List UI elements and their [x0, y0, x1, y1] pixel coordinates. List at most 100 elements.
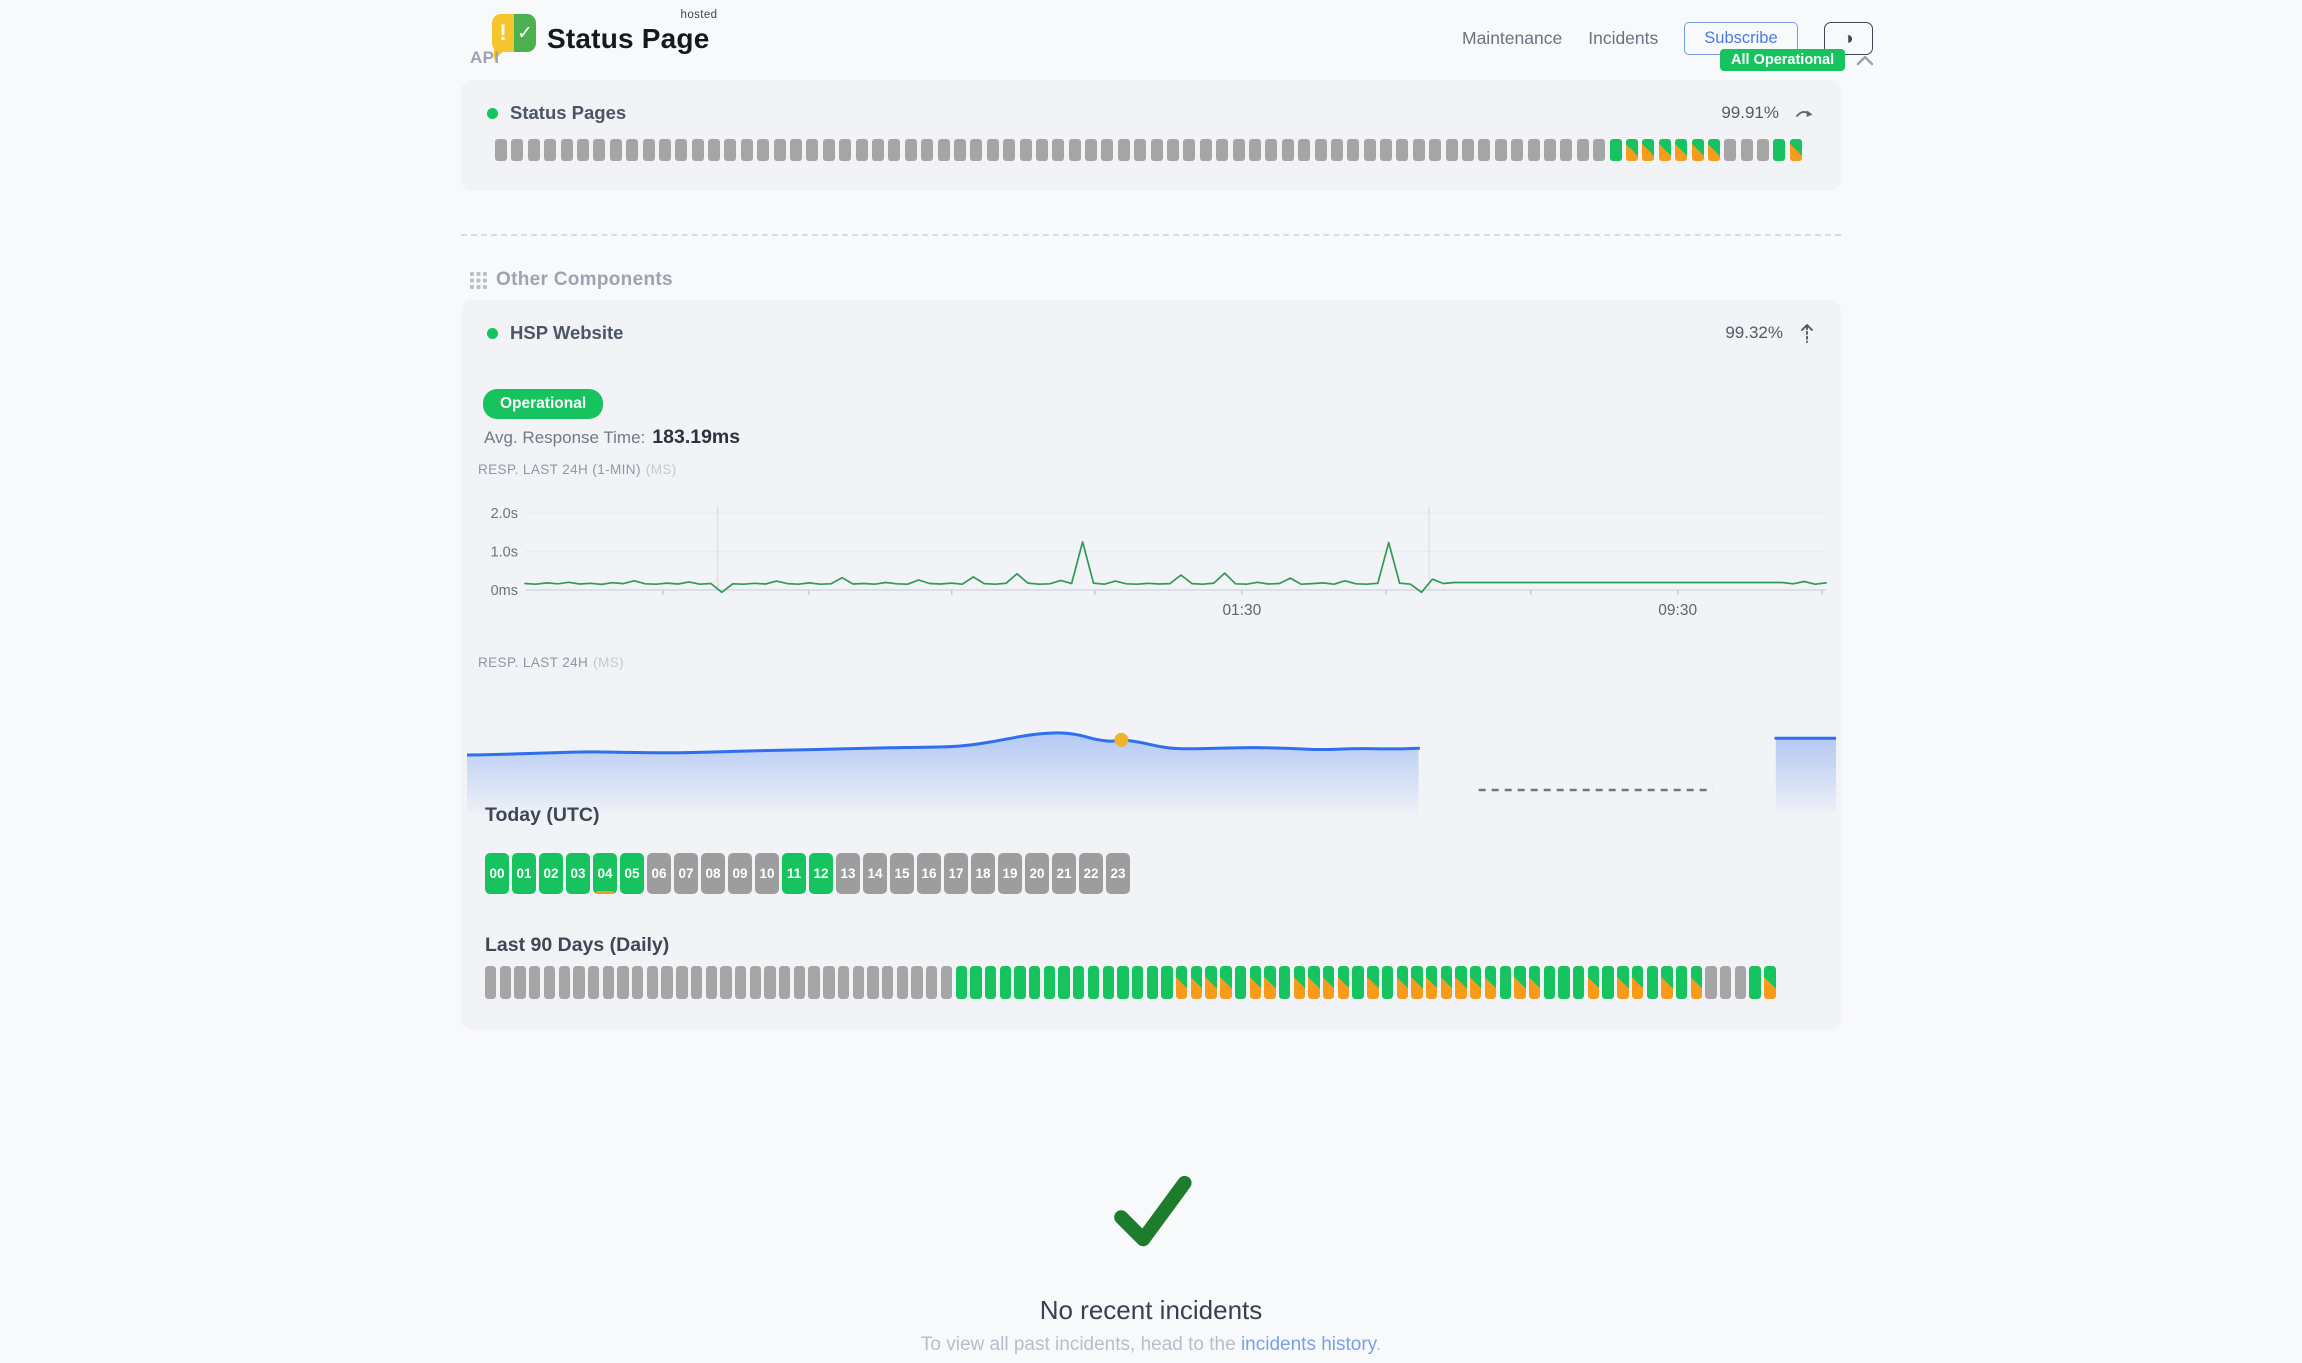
- big-check-icon: [1108, 1168, 1196, 1256]
- status-page: ! ✓ Status Page hosted Maintenance Incid…: [0, 0, 2302, 1363]
- hour-block-12: 12: [809, 853, 833, 894]
- incidents-history-link[interactable]: incidents history: [1241, 1334, 1376, 1355]
- hour-block-22: 22: [1079, 853, 1103, 894]
- uptime-bar-empty: [1560, 139, 1572, 161]
- uptime-bar-empty: [735, 966, 746, 999]
- uptime-bar-empty: [1528, 139, 1540, 161]
- hour-block-21: 21: [1052, 853, 1076, 894]
- uptime-bar-deg: [1176, 966, 1187, 999]
- uptime-bar-up: [1773, 139, 1785, 161]
- uptime-bar-deg: [1308, 966, 1319, 999]
- response-time-line-chart: 2.0s1.0s0ms01:3009:30: [478, 500, 1832, 624]
- uptime-bar-empty: [872, 139, 884, 161]
- uptime-bar-up: [1235, 966, 1246, 999]
- collapse-button[interactable]: [1799, 323, 1815, 343]
- chevron-up-icon[interactable]: [1856, 54, 1874, 66]
- other-components-label: Other Components: [470, 269, 673, 291]
- uptime-bar-empty: [632, 966, 643, 999]
- uptime-bar-empty: [1036, 139, 1048, 161]
- uptime-bar-empty: [1052, 139, 1064, 161]
- uptime-bar-empty: [1364, 139, 1376, 161]
- uptime-bar-up: [1073, 966, 1084, 999]
- refresh-button[interactable]: [1795, 106, 1815, 121]
- hour-block-15: 15: [890, 853, 914, 894]
- refresh-icon: [1795, 106, 1815, 121]
- uptime-bar-empty: [610, 139, 622, 161]
- uptime-bar-empty: [911, 966, 922, 999]
- logo[interactable]: ! ✓ Status Page hosted: [492, 14, 709, 55]
- hour-block-08: 08: [701, 853, 725, 894]
- y-axis-tick-label: 0ms: [491, 583, 518, 599]
- uptime-bar-deg: [1455, 966, 1466, 999]
- hour-block-13: 13: [836, 853, 860, 894]
- uptime-bar-up: [970, 966, 981, 999]
- uptime-bar-empty: [1069, 139, 1081, 161]
- uptime-bar-empty: [897, 966, 908, 999]
- uptime-bar-empty: [853, 966, 864, 999]
- hour-block-06: 06: [647, 853, 671, 894]
- uptime-bar-empty: [708, 139, 720, 161]
- hour-block-16: 16: [917, 853, 941, 894]
- nav-maintenance-link[interactable]: Maintenance: [1462, 28, 1562, 49]
- uptime-bar-empty: [823, 966, 834, 999]
- y-axis-tick-label: 2.0s: [491, 506, 518, 522]
- uptime-bar-up: [1573, 966, 1584, 999]
- today-hour-blocks: 0001020304050607080910111213141516171819…: [485, 853, 1130, 894]
- uptime-bar-up: [1058, 966, 1069, 999]
- uptime-bar-empty: [1118, 139, 1130, 161]
- uptime-bar-up: [1279, 966, 1290, 999]
- chart2-title: RESP. LAST 24H(MS): [478, 655, 624, 670]
- chart2-unit: (MS): [593, 655, 624, 670]
- uptime-bar-empty: [1298, 139, 1310, 161]
- uptime-bar-empty: [528, 139, 540, 161]
- hour-incident-marker: [596, 891, 614, 895]
- uptime-bar-deg: [1338, 966, 1349, 999]
- all-operational-badge[interactable]: All Operational: [1720, 49, 1845, 71]
- grid-icon: [470, 272, 487, 289]
- uptime-bar-deg: [1191, 966, 1202, 999]
- uptime-bar-up: [1103, 966, 1114, 999]
- uptime-bar-deg: [1708, 139, 1720, 161]
- uptime-bar-deg: [1264, 966, 1275, 999]
- avg-response-row: Avg. Response Time:183.19ms: [484, 426, 740, 449]
- operational-badge: Operational: [483, 389, 603, 419]
- uptime-bar-empty: [1446, 139, 1458, 161]
- api-component-card: Status Pages 99.91%: [461, 80, 1841, 191]
- uptime-bar-empty: [577, 139, 589, 161]
- component-name: Status Pages: [510, 102, 626, 124]
- uptime-bar-empty: [643, 139, 655, 161]
- hour-block-04: 04: [593, 853, 617, 894]
- hour-block-11: 11: [782, 853, 806, 894]
- uptime-bar-empty: [588, 966, 599, 999]
- uptime-bar-empty: [573, 966, 584, 999]
- uptime-bar-up: [1500, 966, 1511, 999]
- uptime-bar-empty: [1085, 139, 1097, 161]
- chart1-title: RESP. LAST 24H (1-MIN)(MS): [478, 462, 677, 477]
- uptime-bar-deg: [1588, 966, 1599, 999]
- uptime-bar-empty: [1003, 139, 1015, 161]
- uptime-bar-deg: [1661, 966, 1672, 999]
- highlight-point-marker: [1114, 733, 1128, 747]
- uptime-bar-deg: [1411, 966, 1422, 999]
- uptime-bar-up: [985, 966, 996, 999]
- logo-title: Status Page hosted: [547, 14, 709, 55]
- uptime-bar-empty: [954, 139, 966, 161]
- uptime-bar-empty: [544, 139, 556, 161]
- uptime-bar-deg: [1691, 966, 1702, 999]
- y-axis-tick-label: 1.0s: [491, 545, 518, 561]
- uptime-bar-up: [1014, 966, 1025, 999]
- uptime-bar-empty: [706, 966, 717, 999]
- uptime-bar-deg: [1426, 966, 1437, 999]
- uptime-bar-empty: [495, 139, 507, 161]
- uptime-bar-up: [1117, 966, 1128, 999]
- uptime-bar-empty: [1544, 139, 1556, 161]
- logo-hosted-superscript: hosted: [681, 9, 718, 21]
- uptime-bar-deg: [1397, 966, 1408, 999]
- nav-incidents-link[interactable]: Incidents: [1588, 28, 1658, 49]
- uptime-bar-deg: [1675, 139, 1687, 161]
- uptime-bar-deg: [1692, 139, 1704, 161]
- uptime-bar-empty: [724, 139, 736, 161]
- uptime-percentage: 99.91%: [1721, 103, 1779, 123]
- uptime-bar-empty: [1183, 139, 1195, 161]
- uptime-bar-empty: [593, 139, 605, 161]
